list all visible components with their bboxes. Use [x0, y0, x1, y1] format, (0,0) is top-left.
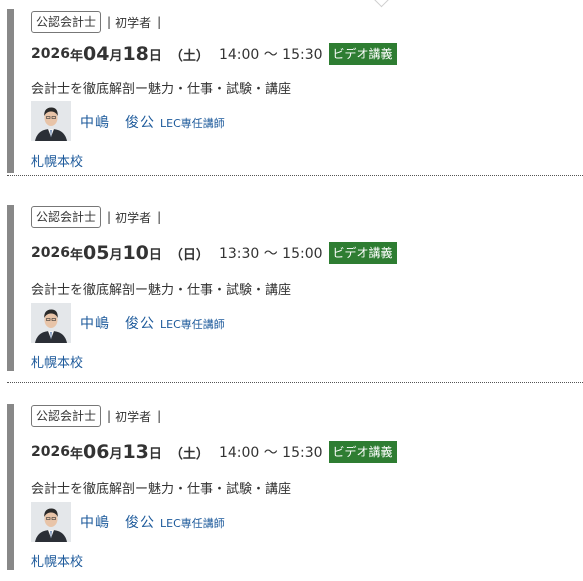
tag-separator: | — [107, 409, 112, 423]
event-time: 13:30 ～ 15:00 — [218, 246, 323, 262]
year-unit: 年 — [69, 48, 83, 64]
tag-separator: | — [157, 409, 162, 423]
format-badge: ビデオ講義 — [328, 441, 397, 463]
instructor-avatar — [31, 303, 71, 343]
school-link[interactable]: 札幌本校 — [31, 352, 83, 371]
year-unit: 年 — [69, 446, 83, 462]
event-item[interactable]: 公認会計士 | 初学者 | 2026 年 05 月 10 日 （日） 13:30… — [7, 205, 583, 383]
event-year: 2026 — [31, 444, 70, 460]
event-title[interactable]: 会計士を徹底解剖ー魅力・仕事・試験・講座 — [31, 78, 291, 97]
category-tag: 公認会計士 — [31, 206, 102, 228]
event-accent-bar — [7, 205, 14, 371]
event-accent-bar — [7, 9, 14, 173]
level-label: 初学者 — [115, 409, 152, 424]
instructor-name[interactable]: 中嶋 俊公 — [80, 313, 155, 333]
event-day: 18 — [122, 43, 149, 65]
tag-separator: | — [157, 210, 162, 224]
event-month: 04 — [82, 43, 110, 65]
event-title[interactable]: 会計士を徹底解剖ー魅力・仕事・試験・講座 — [31, 478, 291, 497]
event-time: 14:00 ～ 15:30 — [218, 445, 323, 461]
school-link[interactable]: 札幌本校 — [31, 551, 83, 570]
month-unit: 月 — [109, 446, 123, 462]
event-datetime: 2026 年 04 月 18 日 （土） 14:00 ～ 15:30 ビデオ講義 — [31, 42, 397, 66]
instructor-role: LEC専任講師 — [160, 517, 225, 530]
format-badge: ビデオ講義 — [328, 242, 397, 264]
event-time: 14:00 ～ 15:30 — [218, 47, 323, 63]
day-unit: 日 — [148, 48, 162, 64]
instructor-name[interactable]: 中嶋 俊公 — [80, 512, 155, 532]
category-tag: 公認会計士 — [31, 405, 102, 427]
month-unit: 月 — [109, 247, 123, 263]
event-weekday: （日） — [169, 247, 209, 263]
month-unit: 月 — [109, 48, 123, 64]
event-tags: 公認会計士 | 初学者 | — [31, 10, 161, 34]
format-badge: ビデオ講義 — [328, 43, 397, 65]
event-item[interactable]: 公認会計士 | 初学者 | 2026 年 06 月 13 日 （土） 14:00… — [7, 404, 583, 581]
year-unit: 年 — [69, 247, 83, 263]
instructor-info[interactable]: 中嶋 俊公 LEC専任講師 — [80, 313, 225, 333]
event-day: 10 — [122, 242, 149, 264]
tag-separator: | — [107, 15, 112, 29]
event-accent-bar — [7, 404, 14, 570]
tag-separator: | — [107, 210, 112, 224]
category-tag: 公認会計士 — [31, 11, 102, 33]
event-item[interactable]: 公認会計士 | 初学者 | 2026 年 04 月 18 日 （土） 14:00… — [7, 4, 583, 176]
event-tags: 公認会計士 | 初学者 | — [31, 404, 161, 428]
instructor-info[interactable]: 中嶋 俊公 LEC専任講師 — [80, 512, 225, 532]
event-tags: 公認会計士 | 初学者 | — [31, 205, 161, 229]
event-datetime: 2026 年 05 月 10 日 （日） 13:30 ～ 15:00 ビデオ講義 — [31, 241, 397, 265]
event-month: 05 — [82, 242, 110, 264]
level-label: 初学者 — [115, 210, 152, 225]
instructor-info[interactable]: 中嶋 俊公 LEC専任講師 — [80, 112, 225, 132]
event-weekday: （土） — [169, 446, 209, 462]
event-datetime: 2026 年 06 月 13 日 （土） 14:00 ～ 15:30 ビデオ講義 — [31, 440, 397, 464]
school-link[interactable]: 札幌本校 — [31, 151, 83, 170]
event-title[interactable]: 会計士を徹底解剖ー魅力・仕事・試験・講座 — [31, 279, 291, 298]
event-weekday: （土） — [169, 48, 209, 64]
level-label: 初学者 — [115, 15, 152, 30]
event-year: 2026 — [31, 46, 70, 62]
tag-separator: | — [157, 15, 162, 29]
instructor-name[interactable]: 中嶋 俊公 — [80, 112, 155, 132]
instructor-role: LEC専任講師 — [160, 117, 225, 130]
instructor-avatar — [31, 101, 71, 141]
day-unit: 日 — [148, 446, 162, 462]
event-day: 13 — [122, 441, 149, 463]
instructor-avatar — [31, 502, 71, 542]
event-month: 06 — [82, 441, 110, 463]
instructor-role: LEC専任講師 — [160, 318, 225, 331]
event-year: 2026 — [31, 245, 70, 261]
day-unit: 日 — [148, 247, 162, 263]
